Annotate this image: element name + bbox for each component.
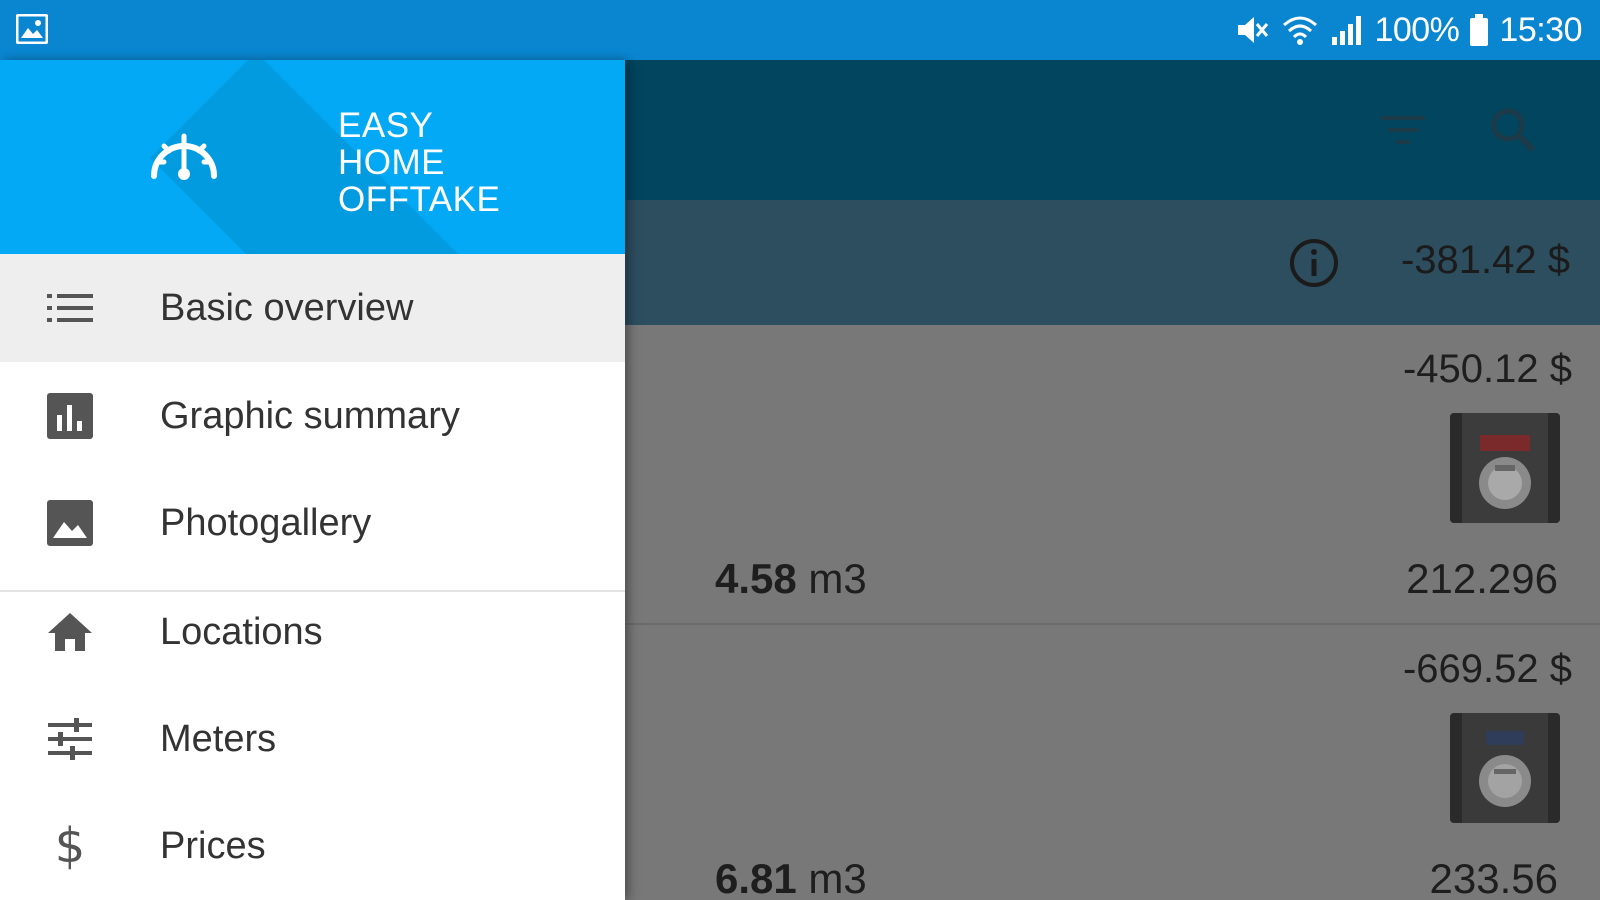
app-title-line: OFFTAKE	[338, 180, 501, 219]
reading-quantity: 6.81 m3	[715, 855, 867, 900]
menu-item-label: Photogallery	[160, 501, 372, 544]
bar-chart-icon	[44, 390, 96, 442]
menu-item-photogallery[interactable]: Photogallery	[0, 469, 625, 577]
dollar-icon: $	[54, 818, 86, 874]
readings-list: -450.12 $ 4.58 m3 212.296 -669.52 $ 6.81…	[625, 325, 1600, 900]
app-title-line: HOME	[338, 143, 445, 182]
reading-price: -450.12 $	[1402, 347, 1572, 391]
reading-quantity: 4.58 m3	[715, 555, 867, 602]
signal-icon	[1332, 16, 1362, 45]
list-item[interactable]: -669.52 $ 6.81 m3 233.56	[625, 625, 1600, 900]
wifi-icon	[1283, 16, 1318, 45]
menu-item-label: Meters	[160, 717, 277, 760]
list-item[interactable]: -450.12 $ 4.58 m3 212.296	[625, 325, 1600, 625]
drawer-header: EASY HOME OFFTAKE	[0, 60, 625, 260]
menu-item-meters[interactable]: Meters	[0, 685, 625, 793]
menu-item-label: Graphic summary	[160, 394, 460, 437]
home-icon	[44, 606, 96, 658]
menu-item-graphic-summary[interactable]: Graphic summary	[0, 362, 625, 470]
meter-photo-thumbnail[interactable]	[1450, 713, 1560, 823]
menu-item-label: Prices	[160, 824, 266, 867]
navigation-drawer: EASY HOME OFFTAKE Basic overview Graphic…	[0, 60, 625, 900]
app-bar	[625, 60, 1600, 200]
info-icon[interactable]	[1288, 237, 1340, 289]
meter-photo	[1450, 713, 1560, 823]
reading-price: -669.52 $	[1402, 647, 1572, 691]
menu-item-basic-overview[interactable]: Basic overview	[0, 254, 625, 362]
search-icon[interactable]	[1485, 102, 1541, 158]
gauge-logo-icon	[151, 133, 217, 180]
filter-icon[interactable]	[1375, 102, 1431, 158]
app-title: EASY HOME OFFTAKE	[338, 107, 500, 218]
list-icon	[44, 282, 96, 334]
menu-item-label: Locations	[160, 610, 323, 653]
clock: 15:30	[1499, 10, 1582, 49]
sliders-icon	[44, 713, 96, 765]
menu-item-prices[interactable]: $ Prices	[0, 792, 625, 900]
battery-percent: 100%	[1374, 10, 1460, 49]
menu-item-label: Basic overview	[160, 286, 414, 329]
gallery-notification-icon	[16, 14, 48, 44]
image-icon	[44, 497, 96, 549]
meter-photo-thumbnail[interactable]	[1450, 413, 1560, 523]
mute-icon	[1238, 17, 1269, 43]
meter-reading-value: 233.56	[1429, 855, 1558, 900]
summary-bar: -381.42 $	[625, 200, 1600, 325]
battery-icon	[1470, 14, 1489, 46]
meter-reading-value: 212.296	[1406, 555, 1558, 602]
status-bar: 100% 15:30	[0, 0, 1600, 60]
summary-total: -381.42 $	[1400, 238, 1570, 282]
menu-item-locations[interactable]: Locations	[0, 578, 625, 686]
app-title-line: EASY	[338, 106, 434, 145]
meter-photo	[1450, 413, 1560, 523]
